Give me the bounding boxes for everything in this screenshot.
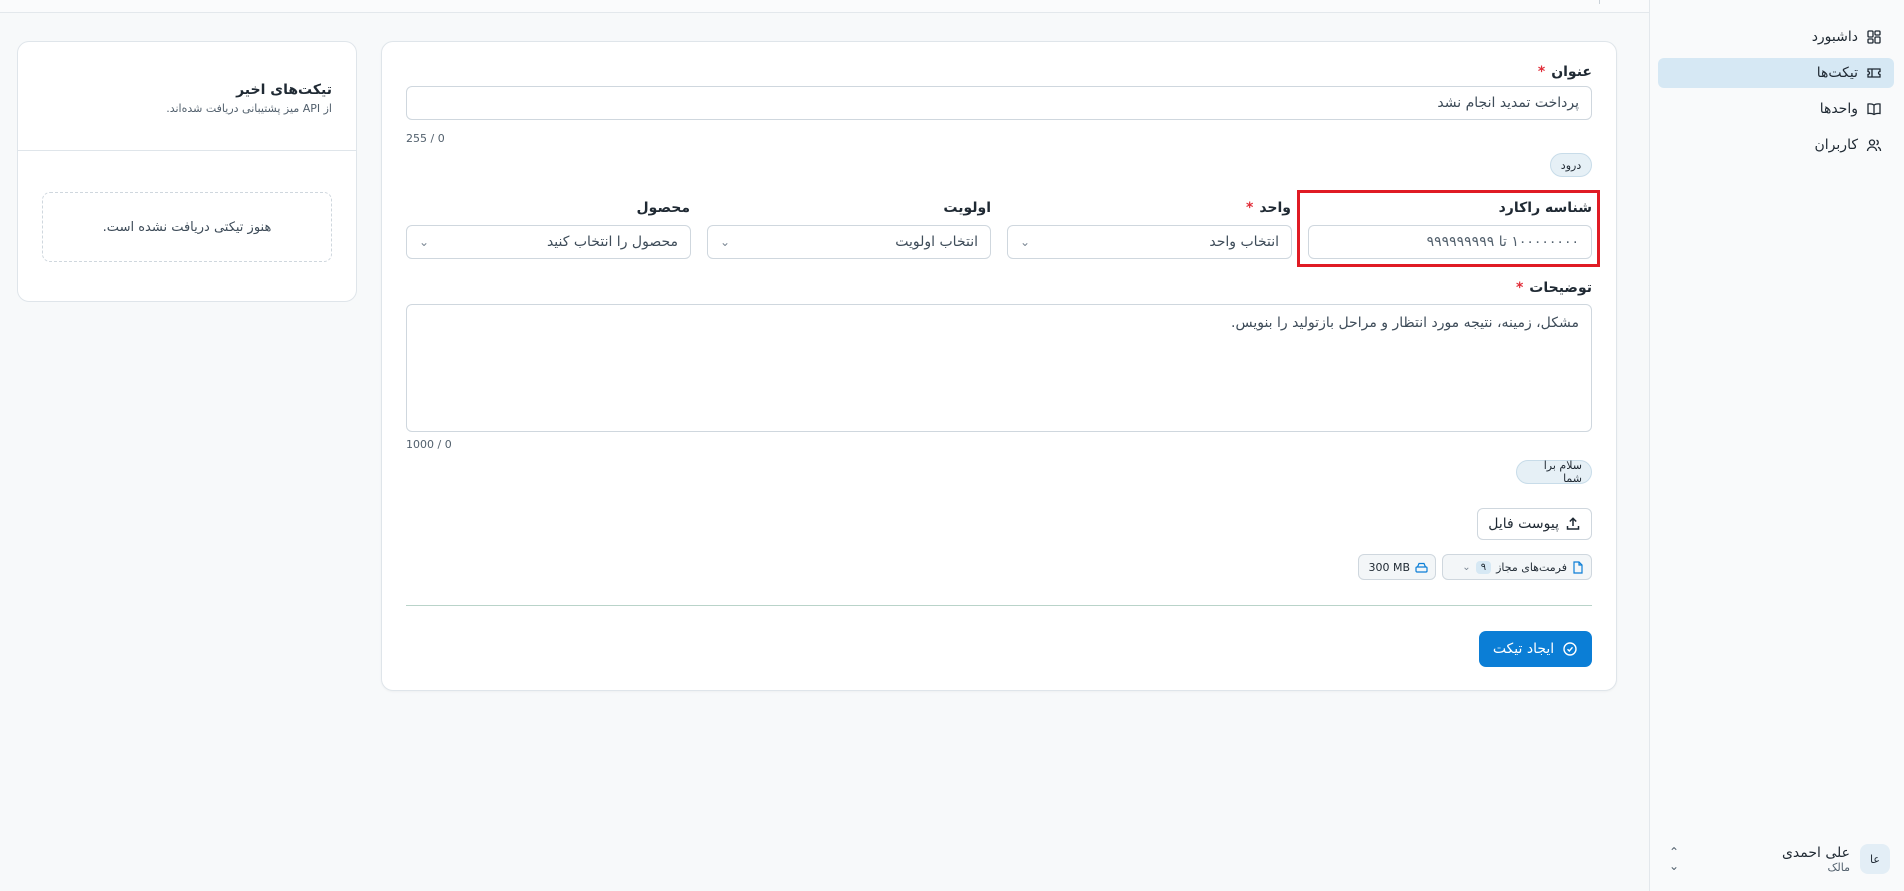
top-bar-divider — [1599, 0, 1600, 4]
sidebar-item-tickets[interactable]: تیکت‌ها — [1658, 58, 1894, 88]
sidebar-item-label: واحدها — [1819, 101, 1858, 117]
required-mark: * — [1515, 280, 1524, 296]
attach-file-button[interactable]: پیوست فایل — [1477, 508, 1592, 540]
title-suggestion-chip[interactable]: درود — [1550, 153, 1592, 177]
chevron-down-icon: ⌄ — [720, 235, 731, 249]
book-icon — [1867, 103, 1881, 116]
allowed-formats-count: ۹ — [1475, 560, 1492, 574]
max-size-label: 300 MB — [1368, 560, 1410, 574]
allowed-formats-dropdown[interactable]: فرمت‌های مجاز ۹ ⌄ — [1442, 554, 1592, 580]
description-label: توضیحات* — [1515, 280, 1592, 296]
recent-tickets-title: تیکت‌های اخیر — [236, 82, 332, 98]
chevron-down-icon: ⌄ — [1020, 235, 1031, 249]
priority-label: اولویت — [943, 200, 991, 216]
description-suggestion-chip[interactable]: سلام برا شما — [1516, 459, 1592, 485]
description-textarea[interactable]: مشکل، زمینه، نتیجه مورد انتظار و مراحل ب… — [406, 304, 1592, 432]
avatar: عا — [1860, 844, 1890, 874]
description-counter: 1000 / 0 — [406, 438, 452, 451]
description-placeholder: مشکل، زمینه، نتیجه مورد انتظار و مراحل ب… — [1231, 315, 1579, 331]
create-ticket-button[interactable]: ایجاد تیکت — [1479, 631, 1592, 667]
product-label: محصول — [636, 200, 690, 216]
max-size-badge: 300 MB — [1358, 554, 1436, 580]
user-name: علی احمدی — [1781, 844, 1850, 861]
product-select[interactable]: محصول را انتخاب کنید ⌄ — [406, 225, 691, 259]
title-input-value: پرداخت تمدید انجام نشد — [1437, 95, 1579, 111]
rakard-placeholder: ۱۰۰۰۰۰۰۰۰ تا ۹۹۹۹۹۹۹۹۹ — [1426, 234, 1579, 250]
recent-tickets-card: تیکت‌های اخیر از API میز پشتیبانی دریافت… — [17, 41, 357, 302]
drive-icon — [1415, 562, 1428, 573]
sidebar-item-label: داشبورد — [1811, 29, 1858, 45]
rakard-id-input[interactable]: ۱۰۰۰۰۰۰۰۰ تا ۹۹۹۹۹۹۹۹۹ — [1308, 225, 1592, 259]
rakard-label: شناسه راکارد — [1498, 200, 1592, 216]
file-icon — [1573, 560, 1583, 574]
sidebar-item-dashboard[interactable]: داشبورد — [1658, 22, 1894, 52]
sidebar: داشبورد تیکت‌ها واحدها کاربران عا علی اح… — [1649, 0, 1904, 891]
sidebar-item-units[interactable]: واحدها — [1658, 94, 1894, 124]
create-ticket-form: عنوان* پرداخت تمدید انجام نشد 255 / 0 در… — [381, 41, 1617, 691]
allowed-formats-label: فرمت‌های مجاز — [1496, 560, 1567, 574]
dashboard-icon — [1867, 30, 1881, 44]
title-label: عنوان* — [1537, 64, 1592, 80]
required-mark: * — [1245, 200, 1254, 216]
top-bar — [0, 0, 1649, 13]
unit-label: واحد* — [1245, 200, 1291, 216]
unit-select[interactable]: انتخاب واحد ⌄ — [1007, 225, 1292, 259]
check-circle-icon — [1563, 642, 1577, 656]
chevron-down-icon: ⌄ — [1462, 561, 1471, 573]
required-mark: * — [1537, 64, 1546, 80]
title-counter: 255 / 0 — [406, 132, 445, 145]
recent-tickets-subtitle: از API میز پشتیبانی دریافت شده‌اند. — [166, 102, 332, 115]
sidebar-item-users[interactable]: کاربران — [1658, 130, 1894, 160]
chevron-down-icon: ⌄ — [419, 235, 430, 249]
sidebar-item-label: کاربران — [1814, 137, 1858, 153]
form-divider — [406, 605, 1592, 606]
upload-icon — [1566, 517, 1580, 530]
sidebar-item-label: تیکت‌ها — [1816, 65, 1858, 81]
ticket-icon — [1867, 68, 1881, 78]
chevron-up-down-icon[interactable]: ⌃ ⌄ — [1666, 845, 1682, 873]
create-ticket-label: ایجاد تیکت — [1492, 641, 1555, 657]
recent-tickets-header: تیکت‌های اخیر از API میز پشتیبانی دریافت… — [18, 42, 356, 151]
attach-file-label: پیوست فایل — [1488, 516, 1559, 532]
empty-state: هنوز تیکتی دریافت نشده است. — [42, 192, 332, 262]
user-role: مالک — [1827, 860, 1850, 874]
unit-placeholder: انتخاب واحد — [1209, 234, 1279, 250]
user-menu[interactable]: عا علی احمدی مالک ⌃ ⌄ — [1666, 839, 1890, 879]
title-input[interactable]: پرداخت تمدید انجام نشد — [406, 86, 1592, 120]
users-icon — [1866, 139, 1882, 152]
priority-select[interactable]: انتخاب اولویت ⌄ — [707, 225, 991, 259]
product-placeholder: محصول را انتخاب کنید — [546, 234, 678, 250]
priority-placeholder: انتخاب اولویت — [895, 234, 978, 250]
